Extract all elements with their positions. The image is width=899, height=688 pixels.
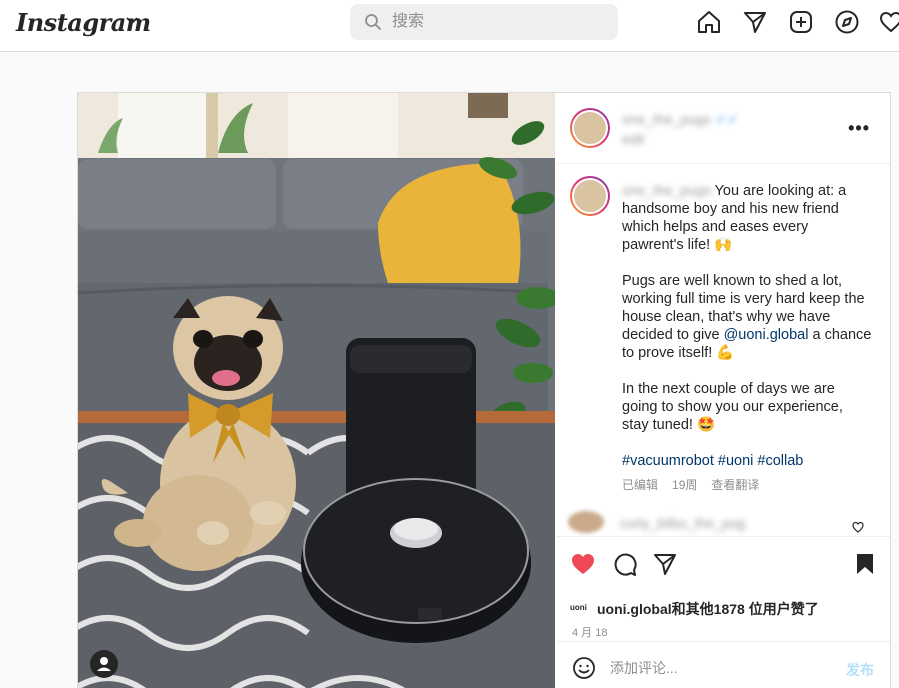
caption-meta: 已编辑 19周 查看翻译: [622, 476, 872, 494]
pug-with-robot-vacuum-image: [78, 93, 555, 688]
more-options-icon[interactable]: •••: [848, 118, 870, 139]
post-date[interactable]: 4 月 18: [572, 624, 607, 640]
post-photo[interactable]: [78, 93, 555, 688]
comment-like-icon[interactable]: [852, 521, 864, 533]
edited-label: 已编辑: [622, 478, 659, 492]
search-input[interactable]: [392, 4, 602, 40]
chevron-down-icon[interactable]: [125, 14, 139, 28]
author-username[interactable]: one_the_pugs ✓✓: [622, 111, 739, 129]
post-comment-button[interactable]: 发布: [846, 660, 874, 680]
user-icon: [97, 657, 111, 671]
share-icon[interactable]: [652, 551, 678, 577]
post-side-panel: one_the_pugs ✓✓ edit ••• one_the_pugs Yo…: [556, 93, 890, 688]
save-bookmark-icon[interactable]: [852, 551, 878, 577]
post-location[interactable]: edit: [622, 131, 645, 149]
caption-author-avatar[interactable]: [570, 176, 610, 216]
tagged-user-badge[interactable]: [90, 650, 118, 678]
direct-message-icon[interactable]: [742, 9, 768, 35]
mention-link[interactable]: @uoni.global: [724, 327, 809, 343]
likes-text: uoni.global和其他1878 位用户赞了: [597, 601, 819, 617]
likes-summary[interactable]: uoni uoni.global和其他1878 位用户赞了: [570, 599, 819, 619]
comment-icon[interactable]: [612, 551, 638, 577]
post-header: one_the_pugs ✓✓ edit •••: [556, 93, 890, 164]
comment-row: curly_bilbo_the_pug: [568, 511, 878, 537]
comment-username[interactable]: curly_bilbo_the_pug: [620, 515, 745, 531]
search-icon: [365, 14, 381, 30]
search-box[interactable]: [350, 4, 618, 40]
caption-username[interactable]: one_the_pugs: [622, 182, 711, 198]
commenter-avatar[interactable]: [568, 511, 604, 533]
author-avatar[interactable]: [570, 108, 610, 148]
home-icon[interactable]: [696, 9, 722, 35]
add-comment-bar: 发布: [556, 641, 890, 688]
new-post-icon[interactable]: [788, 9, 814, 35]
emoji-icon[interactable]: [572, 656, 596, 680]
comment-input[interactable]: [610, 654, 810, 682]
see-translation-link[interactable]: 查看翻译: [711, 478, 759, 492]
post-actions: uoni uoni.global和其他1878 位用户赞了 4 月 18 发布: [556, 536, 890, 688]
post-caption: one_the_pugs You are looking at: a hands…: [622, 181, 872, 494]
caption-paragraph-3: In the next couple of days we are going …: [622, 381, 843, 433]
hashtags[interactable]: #vacuumrobot #uoni #collab: [622, 452, 872, 470]
liker-avatar: uoni: [570, 603, 587, 613]
top-nav: Instagram: [0, 0, 899, 52]
activity-heart-icon[interactable]: [878, 9, 899, 35]
post-age[interactable]: 19周: [672, 478, 697, 492]
explore-icon[interactable]: [834, 9, 860, 35]
like-heart-icon[interactable]: [570, 551, 596, 577]
caption-paragraph-2: Pugs are well known to shed a lot, worki…: [622, 273, 872, 361]
post-card: one_the_pugs ✓✓ edit ••• one_the_pugs Yo…: [77, 92, 891, 688]
